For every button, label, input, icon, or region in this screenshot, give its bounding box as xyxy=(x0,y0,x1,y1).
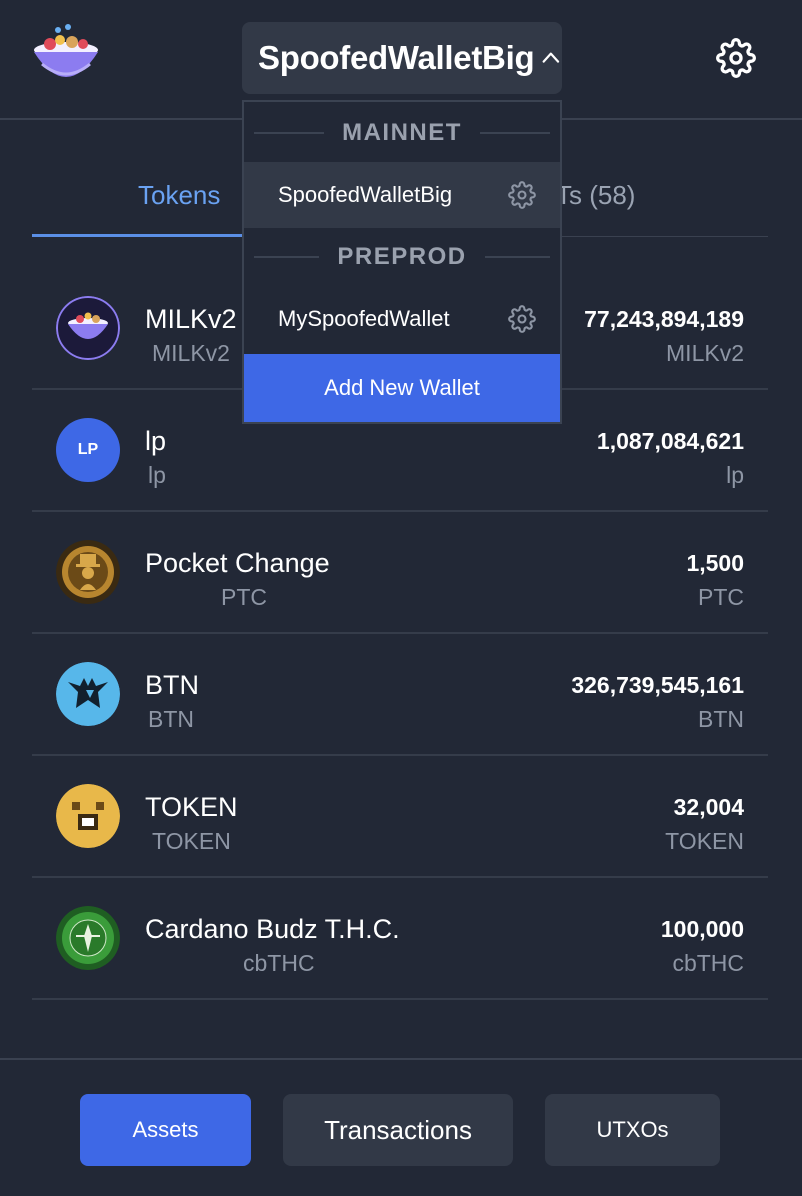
token-row-token[interactable]: TOKEN TOKEN 32,004 TOKEN xyxy=(32,756,768,878)
section-divider xyxy=(254,132,325,134)
token-name: BTN xyxy=(145,670,199,700)
nav-transactions-button[interactable]: Transactions xyxy=(283,1094,513,1166)
section-divider xyxy=(484,256,550,258)
token-amount-symbol: BTN xyxy=(698,706,744,732)
token-name: MILKv2 xyxy=(145,304,237,334)
dropdown-section-mainnet: MAINNET xyxy=(244,104,560,162)
lp-badge-icon: LP xyxy=(56,418,120,482)
app-logo-icon xyxy=(28,22,104,90)
token-symbol: MILKv2 xyxy=(152,340,230,366)
token-symbol: PTC xyxy=(221,584,267,610)
dropdown-section-preprod: PREPROD xyxy=(244,228,560,286)
token-symbol: TOKEN xyxy=(152,828,231,854)
section-divider xyxy=(479,132,551,134)
btn-bat-icon xyxy=(56,662,120,726)
wallet-item-label: MySpoofedWallet xyxy=(278,306,450,331)
token-symbol: cbTHC xyxy=(243,950,315,976)
token-row-ptc[interactable]: Pocket Change PTC 1,500 PTC xyxy=(32,512,768,634)
token-amount: 1,087,084,621 xyxy=(596,428,744,454)
cereal-bowl-icon xyxy=(56,296,120,360)
wallet-item-label: SpoofedWalletBig xyxy=(278,182,453,207)
token-amount-symbol: PTC xyxy=(698,584,744,610)
token-name: Pocket Change xyxy=(145,548,330,578)
token-symbol: BTN xyxy=(148,706,194,732)
chevron-up-icon xyxy=(542,52,560,63)
lp-badge-text: LP xyxy=(77,441,99,458)
settings-gear-icon[interactable] xyxy=(716,38,756,78)
bottom-divider xyxy=(0,1058,802,1060)
thc-seal-icon xyxy=(56,906,120,970)
wallet-dropdown-menu: MAINNET SpoofedWalletBig PREPROD MySpoof… xyxy=(242,100,562,424)
section-label: PREPROD xyxy=(337,243,467,270)
token-amount: 1,500 xyxy=(686,550,744,576)
token-amount-symbol: MILKv2 xyxy=(666,340,744,366)
token-amount-symbol: cbTHC xyxy=(672,950,744,976)
pocket-change-coin-icon xyxy=(56,540,120,604)
tab-nfts[interactable]: Ts (58) xyxy=(556,180,635,211)
nav-assets-button[interactable]: Assets xyxy=(80,1094,251,1166)
token-amount: 77,243,894,189 xyxy=(584,306,744,332)
token-amount-symbol: lp xyxy=(726,462,744,488)
token-symbol: lp xyxy=(148,462,166,488)
wallet-selector-button[interactable]: SpoofedWalletBig xyxy=(242,22,562,94)
token-name: Cardano Budz T.H.C. xyxy=(145,914,400,944)
add-new-wallet-button[interactable]: Add New Wallet xyxy=(244,354,560,422)
token-amount-symbol: TOKEN xyxy=(665,828,744,854)
tab-active-indicator xyxy=(32,234,242,237)
section-label: MAINNET xyxy=(342,119,462,146)
dropdown-wallet-myspoofedwallet[interactable]: MySpoofedWallet xyxy=(244,286,560,352)
pixel-face-icon xyxy=(56,784,120,848)
token-row-cbthc[interactable]: Cardano Budz T.H.C. cbTHC 100,000 cbTHC xyxy=(32,878,768,1000)
section-divider xyxy=(254,256,320,258)
token-amount: 326,739,545,161 xyxy=(571,672,744,698)
tab-tokens[interactable]: Tokens xyxy=(138,180,220,211)
token-name: lp xyxy=(145,426,167,456)
token-amount: 32,004 xyxy=(673,794,744,820)
token-row-btn[interactable]: BTN BTN 326,739,545,161 BTN xyxy=(32,634,768,756)
wallet-name: SpoofedWalletBig xyxy=(258,39,535,76)
wallet-settings-gear-icon[interactable] xyxy=(508,305,536,333)
token-amount: 100,000 xyxy=(660,916,744,942)
token-name: TOKEN xyxy=(145,792,238,822)
dropdown-wallet-spoofedwalletbig[interactable]: SpoofedWalletBig xyxy=(244,162,560,228)
wallet-settings-gear-icon[interactable] xyxy=(508,181,536,209)
nav-utxos-button[interactable]: UTXOs xyxy=(545,1094,720,1166)
